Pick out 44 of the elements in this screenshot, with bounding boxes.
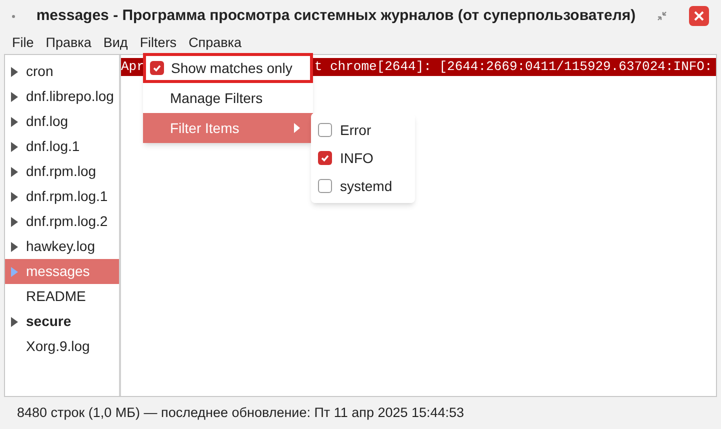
log-text: t chrome[2644]: [2644:2669:0411/115929.637024:INFO: [314, 58, 712, 76]
sidebar-item[interactable]: dnf.log.1 [5, 134, 119, 159]
sidebar-item[interactable]: dnf.rpm.log.2 [5, 209, 119, 234]
expander-icon[interactable] [11, 66, 18, 76]
menu-item[interactable]: Filters [134, 32, 183, 54]
checkbox[interactable] [318, 151, 332, 165]
sidebar-item[interactable]: dnf.log [5, 109, 119, 134]
sidebar-item[interactable]: Xorg.9.log [5, 334, 119, 359]
expander-icon[interactable] [11, 142, 18, 152]
menu-item[interactable]: Manage Filters [143, 83, 313, 113]
menu-item[interactable]: Error [311, 116, 415, 144]
expander-icon[interactable] [11, 166, 18, 176]
menu-item[interactable]: INFO [311, 144, 415, 172]
sidebar-item[interactable]: secure [5, 309, 119, 334]
menu-item[interactable]: Правка [40, 32, 98, 54]
menu-item[interactable]: Вид [97, 32, 134, 54]
close-button[interactable] [689, 6, 709, 26]
sidebar-item[interactable]: cron [5, 59, 119, 84]
menu-item[interactable]: Справка [182, 32, 248, 54]
window-title: messages - Программа просмотра системных журналов (от суперпользователя) [35, 6, 637, 26]
close-icon [694, 11, 704, 21]
checkbox[interactable] [150, 61, 164, 75]
restore-icon[interactable] [657, 11, 667, 21]
menu-item[interactable]: File [6, 32, 40, 54]
status-text: 8480 строк (1,0 МБ) — последнее обновление: Пт 11 апр 2025 15:44:53 [17, 404, 464, 422]
sidebar-item[interactable]: dnf.rpm.log [5, 159, 119, 184]
expander-icon[interactable] [11, 92, 18, 102]
expander-icon[interactable] [11, 192, 18, 202]
check-icon [152, 63, 162, 73]
submenu-arrow-icon [294, 123, 300, 133]
expander-icon[interactable] [11, 116, 18, 126]
sidebar-item[interactable]: dnf.librepo.log [5, 84, 119, 109]
sidebar-item[interactable]: dnf.rpm.log.1 [5, 184, 119, 209]
log-text: Apr [121, 58, 144, 76]
check-icon [320, 153, 330, 163]
expander-icon[interactable] [11, 316, 18, 326]
checkbox[interactable] [318, 123, 332, 137]
menu-item[interactable]: Show matches only [143, 53, 313, 83]
sidebar-item[interactable]: README [5, 284, 119, 309]
expander-icon[interactable] [11, 242, 18, 252]
expander-icon[interactable] [11, 216, 18, 226]
sidebar-item[interactable]: hawkey.log [5, 234, 119, 259]
menu-item[interactable]: systemd [311, 172, 415, 200]
checkbox[interactable] [318, 179, 332, 193]
